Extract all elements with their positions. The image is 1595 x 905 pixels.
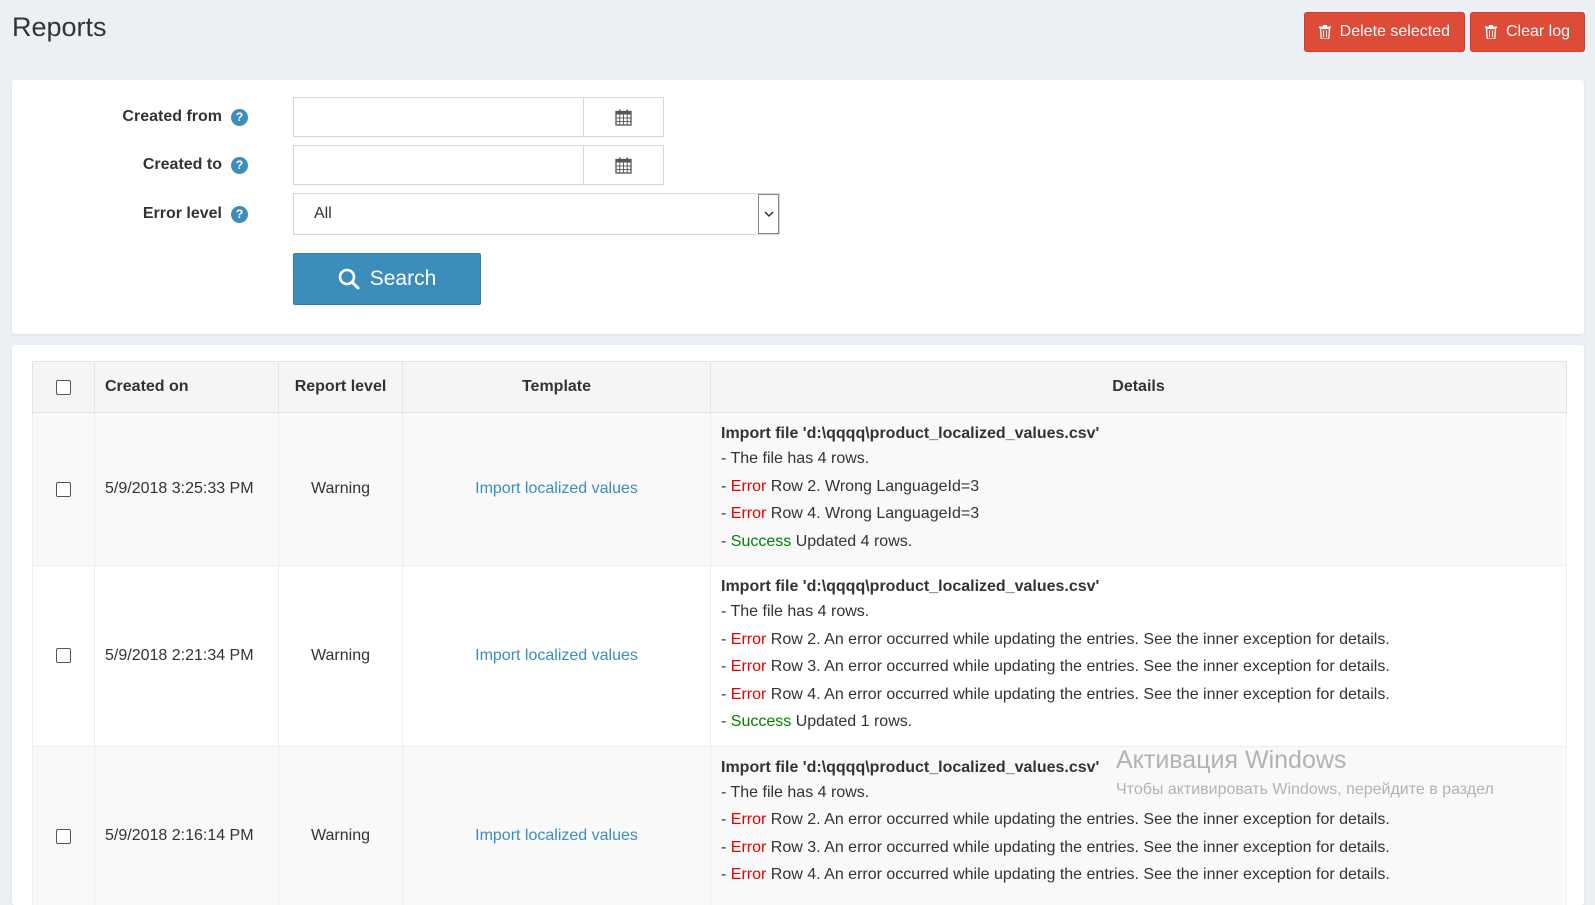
detail-line: - Error Row 3. An error occurred while u… [721,658,1390,675]
created-from-input[interactable] [293,97,584,137]
error-label: Error [730,838,767,856]
template-link[interactable]: Import localized values [475,480,638,497]
details-cell: Import file 'd:\qqqq\product_localized_v… [710,565,1567,747]
detail-line: - The file has 4 rows. [721,603,870,620]
error-label: Error [730,477,767,495]
created-to-row: Created to ? [12,145,248,185]
select-all-header [32,361,95,413]
detail-line: - The file has 4 rows. [721,450,870,467]
row-select-cell [32,565,95,747]
created-from-label-group: Created from ? [12,108,248,126]
template-link[interactable]: Import localized values [475,827,638,844]
row-select-cell [32,412,95,566]
details-cell: Import file 'd:\qqqq\product_localized_v… [710,412,1567,566]
help-icon[interactable]: ? [231,205,248,223]
trash-icon [1318,25,1331,39]
report-level-cell: Warning [278,745,403,905]
page-title: Reports [12,12,107,42]
error-label: Error [730,630,767,648]
header-template[interactable]: Template [402,361,711,413]
template-cell: Import localized values [402,565,711,747]
search-button[interactable]: Search [293,253,481,305]
error-level-row: Error level ? [12,193,248,235]
details-title: Import file 'd:\qqqq\product_localized_v… [721,758,1100,776]
detail-line: - Success Updated 1 rows. [721,713,913,730]
row-checkbox[interactable] [56,481,71,497]
created-from-label: Created from [122,108,222,125]
detail-line: - Error Row 3. An error occurred while u… [721,838,1390,856]
detail-line: - Error Row 2. Wrong LanguageId=3 [721,477,980,495]
delete-selected-button[interactable]: Delete selected [1303,12,1465,52]
clear-log-button[interactable]: Clear log [1469,12,1585,52]
header-created-on[interactable]: Created on [94,361,279,413]
reports-table-panel: Created on Report level Template Details… [12,345,1584,905]
select-all-checkbox[interactable] [56,379,71,395]
error-label: Error [730,811,767,828]
created-to-label-group: Created to ? [12,156,248,174]
report-level-cell: Warning [278,565,403,747]
error-label: Error [730,505,767,522]
help-icon[interactable]: ? [231,156,248,174]
error-level-select[interactable]: All [293,193,780,235]
table-row: 5/9/2018 2:21:34 PM Warning Import local… [32,565,1567,747]
table-header-row: Created on Report level Template Details [32,361,1567,413]
calendar-icon [615,157,632,174]
row-checkbox[interactable] [56,648,71,664]
created-on-cell: 5/9/2018 2:21:34 PM [94,565,279,747]
chevron-down-icon[interactable] [758,194,779,234]
report-level-cell: Warning [278,412,403,566]
details-title: Import file 'd:\qqqq\product_localized_v… [721,578,1100,595]
header-report-level[interactable]: Report level [278,361,403,413]
detail-line: - Error Row 2. An error occurred while u… [721,630,1390,648]
success-label: Success [730,713,792,730]
table-row: 5/9/2018 3:25:33 PM Warning Import local… [32,412,1567,566]
template-cell: Import localized values [402,412,711,566]
template-link[interactable]: Import localized values [475,647,638,664]
clear-log-label: Clear log [1505,23,1570,40]
help-icon[interactable]: ? [231,108,248,126]
error-label: Error [730,658,767,675]
details-cell: Import file 'd:\qqqq\product_localized_v… [710,745,1567,905]
created-to-date-group [293,145,664,185]
created-on-cell: 5/9/2018 3:25:33 PM [94,412,279,566]
detail-line: - Error Row 4. Wrong LanguageId=3 [721,505,980,522]
success-label: Success [730,532,792,550]
created-to-calendar-button[interactable] [584,145,664,185]
calendar-icon [615,109,632,126]
created-to-label: Created to [142,156,222,173]
template-cell: Import localized values [402,745,711,905]
created-from-row: Created from ? [12,97,248,137]
created-from-date-group [293,97,664,137]
filter-panel: Created from ? Created to ? Error level … [12,80,1584,334]
detail-line: - Success Updated 4 rows. [721,532,913,550]
error-label: Error [730,685,767,703]
created-from-calendar-button[interactable] [584,97,664,137]
details-title: Import file 'd:\qqqq\product_localized_v… [721,425,1100,442]
created-to-input[interactable] [293,145,584,185]
row-checkbox[interactable] [56,828,71,844]
created-on-cell: 5/9/2018 2:16:14 PM [94,745,279,905]
search-icon [338,268,360,290]
error-level-selected-value: All [314,205,332,222]
delete-selected-label: Delete selected [1339,23,1450,40]
error-level-label-group: Error level ? [12,205,248,223]
reports-table: Created on Report level Template Details… [32,361,1567,905]
detail-line: - Error Row 4. An error occurred while u… [721,866,1390,883]
row-select-cell [32,745,95,905]
top-toolbar: Delete selected Clear log [1303,12,1585,52]
search-button-label: Search [369,267,437,290]
detail-line: - The file has 4 rows. [721,783,870,801]
trash-icon [1484,25,1497,39]
error-label: Error [730,866,767,883]
header-details[interactable]: Details [710,361,1567,413]
detail-line: - Error Row 2. An error occurred while u… [721,811,1390,828]
error-level-label: Error level [142,205,222,222]
detail-line: - Error Row 4. An error occurred while u… [721,685,1390,703]
table-row: 5/9/2018 2:16:14 PM Warning Import local… [32,745,1567,905]
